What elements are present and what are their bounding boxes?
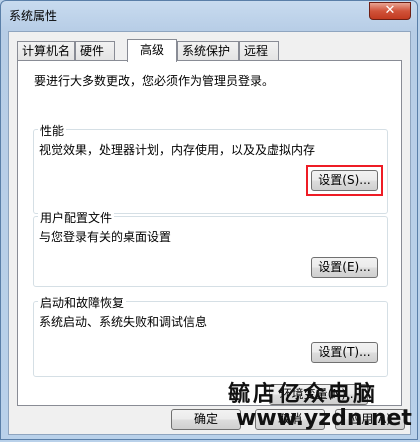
tab-hardware[interactable]: 硬件 xyxy=(75,41,115,61)
window-title: 系统属性 xyxy=(9,9,58,23)
close-button[interactable]: ✕ xyxy=(369,2,411,20)
tab-system-protection[interactable]: 系统保护 xyxy=(177,41,239,61)
admin-notice: 要进行大多数更改，您必须作为管理员登录。 xyxy=(34,74,275,88)
tab-remote[interactable]: 远程 xyxy=(239,41,279,61)
dialog-client-area: 计算机名 硬件 高级 系统保护 远程 要进行大多数更改，您必须作为管理员登录。 … xyxy=(8,31,411,435)
performance-title: 性能 xyxy=(38,122,67,139)
user-profiles-group: 用户配置文件 与您登录有关的桌面设置 设置(E)... xyxy=(33,209,388,287)
startup-recovery-settings-button[interactable]: 设置(T)... xyxy=(311,342,378,363)
startup-recovery-title: 启动和故障恢复 xyxy=(38,294,127,311)
performance-description: 视觉效果，处理器计划，内存使用，以及及虚拟内存 xyxy=(39,143,316,157)
advanced-tab-panel: 要进行大多数更改，您必须作为管理员登录。 性能 视觉效果，处理器计划，内存使用，… xyxy=(17,60,402,406)
startup-recovery-group: 启动和故障恢复 系统启动、系统失败和调试信息 设置(T)... xyxy=(33,294,388,377)
user-profiles-description: 与您登录有关的桌面设置 xyxy=(39,230,172,244)
performance-group: 性能 视觉效果，处理器计划，内存使用，以及及虚拟内存 设置(S)... xyxy=(33,122,388,214)
tab-advanced[interactable]: 高级 xyxy=(127,39,177,62)
system-properties-window: 系统属性 ✕ 计算机名 硬件 高级 系统保护 远程 要进行大多数更改，您必须作为… xyxy=(0,0,418,440)
startup-recovery-description: 系统启动、系统失败和调试信息 xyxy=(39,315,208,329)
watermark-name: 毓店亿众电脑 xyxy=(228,381,379,407)
tab-computer-name[interactable]: 计算机名 xyxy=(17,41,75,61)
ok-button[interactable]: 确定 xyxy=(171,409,241,430)
title-bar[interactable]: 系统属性 ✕ xyxy=(1,1,417,29)
close-icon: ✕ xyxy=(384,3,396,18)
user-profiles-title: 用户配置文件 xyxy=(38,209,115,226)
user-profiles-settings-button[interactable]: 设置(E)... xyxy=(311,257,378,278)
highlight-box xyxy=(306,165,383,196)
watermark-url: www.yzdn.net xyxy=(236,406,412,431)
